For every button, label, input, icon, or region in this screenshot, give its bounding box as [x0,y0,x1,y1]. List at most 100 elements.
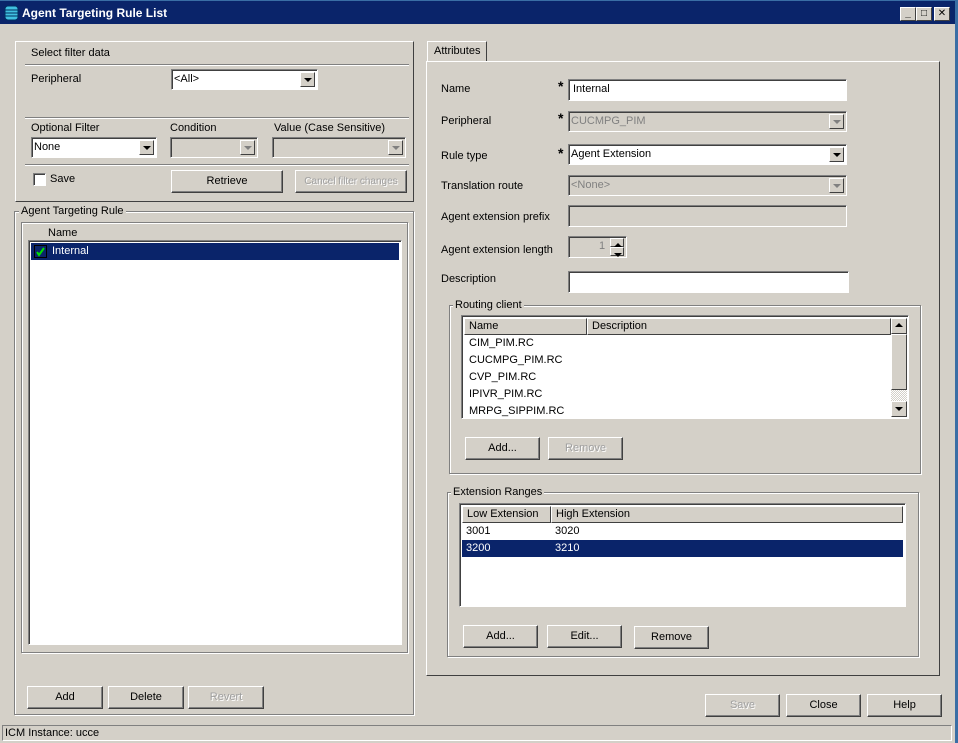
check-icon [34,245,47,258]
chevron-down-icon [829,178,844,193]
remove-extension-range-button[interactable]: Remove [634,626,709,649]
chevron-down-icon [240,140,255,155]
minimize-icon: _ [905,8,911,19]
stepper-down-icon [610,247,624,257]
peripheral-dropdown: CUCMPG_PIM [568,111,847,132]
ext-length-label: Agent extension length [441,244,553,256]
add-rule-button[interactable]: Add [27,686,103,709]
chevron-down-icon[interactable] [139,140,154,155]
save-button: Save [705,694,780,717]
status-bar: ICM Instance: ucce [2,725,952,741]
close-window-button[interactable]: ✕ [934,7,950,21]
translation-route-label: Translation route [441,180,524,192]
table-row[interactable]: CIM_PIM.RC [464,335,890,352]
translation-route-value: <None> [571,179,611,191]
remove-routing-client-button: Remove [548,437,623,460]
edit-extension-range-button[interactable]: Edit... [547,625,622,648]
rule-list-item[interactable]: Internal [31,243,399,260]
stepper-up-icon [610,238,624,247]
close-icon: ✕ [937,8,947,19]
value-dropdown [272,137,406,158]
window-title: Agent Targeting Rule List [22,6,168,20]
routing-client-table[interactable]: Name Description CIM_PIM.RC CUCMPG_PIM.R… [461,315,909,419]
condition-label: Condition [170,122,217,134]
optional-filter-value: None [34,141,61,153]
column-header-name[interactable]: Name [464,318,587,335]
close-button[interactable]: Close [786,694,861,717]
scroll-up-icon[interactable] [891,318,907,334]
status-text: ICM Instance: ucce [5,727,100,739]
cancel-filter-changes-button: Cancel filter changes [295,170,407,193]
save-filter-label: Save [50,173,76,185]
title-bar[interactable]: Agent Targeting Rule List _ □ ✕ [0,0,955,24]
rule-name: Internal [52,245,89,257]
chevron-down-icon [388,140,403,155]
main-window: Agent Targeting Rule List _ □ ✕ Select f… [0,0,958,743]
attributes-panel: Name * Internal Peripheral * CUCMPG_PIM … [426,61,940,676]
rule-type-label: Rule type [441,150,488,162]
ext-length-stepper: 1 [568,236,627,258]
help-button[interactable]: Help [867,694,942,717]
maximize-button[interactable]: □ [916,7,932,21]
column-header-low-extension[interactable]: Low Extension [462,506,551,523]
peripheral-filter-dropdown[interactable]: <All> [171,69,318,90]
filter-group-title: Select filter data [31,47,110,59]
table-row[interactable]: CUCMPG_PIM.RC [464,352,890,369]
required-mark: * [558,110,564,126]
tab-attributes[interactable]: Attributes [427,41,488,62]
table-row[interactable]: 3001 3020 [462,523,903,540]
rule-list-name-header: Name [48,227,78,239]
chevron-down-icon[interactable] [829,147,844,162]
table-row[interactable]: IPIVR_PIM.RC [464,386,890,403]
table-row[interactable]: CVP_PIM.RC [464,369,890,386]
app-icon [4,5,19,21]
routing-client-name: IPIVR_PIM.RC [469,388,543,400]
rule-type-value: Agent Extension [571,148,652,160]
routing-client-group: Routing client Name Description CIM_PIM.… [449,298,921,474]
required-mark: * [558,78,564,94]
routing-client-name: CVP_PIM.RC [469,371,537,383]
rule-type-dropdown[interactable]: Agent Extension [568,144,847,165]
routing-client-name: CUCMPG_PIM.RC [469,354,563,366]
add-extension-range-button[interactable]: Add... [463,625,538,648]
extension-ranges-table[interactable]: Low Extension High Extension 3001 3020 3… [459,503,906,607]
scroll-thumb[interactable] [891,334,907,390]
maximize-icon: □ [920,8,928,19]
rule-list[interactable]: Internal [28,240,402,645]
routing-client-title: Routing client [453,298,524,312]
add-routing-client-button[interactable]: Add... [465,437,540,460]
rule-group-title: Agent Targeting Rule [19,204,126,218]
peripheral-filter-label: Peripheral [31,73,82,85]
divider [25,117,409,119]
rule-list-frame: Name Internal [21,222,408,653]
translation-route-dropdown: <None> [568,175,847,196]
revert-button: Revert [188,686,264,709]
extension-ranges-group: Extension Ranges Low Extension High Exte… [447,485,919,657]
ext-length-value: 1 [599,240,606,252]
name-label: Name [441,83,471,95]
value-label: Value (Case Sensitive) [274,122,386,134]
optional-filter-dropdown[interactable]: None [31,137,157,158]
filter-panel: Select filter data Peripheral <All> Opti… [15,41,414,202]
column-header-description[interactable]: Description [587,318,891,335]
ext-prefix-input [568,205,847,227]
description-input[interactable] [568,271,849,293]
routing-client-name: MRPG_SIPPIM.RC [469,405,565,417]
column-header-high-extension[interactable]: High Extension [551,506,903,523]
chevron-down-icon [829,114,844,129]
delete-rule-button[interactable]: Delete [108,686,184,709]
vertical-scrollbar[interactable] [891,318,907,417]
save-filter-checkbox[interactable] [33,173,46,186]
divider [25,164,409,166]
minimize-button[interactable]: _ [900,7,916,21]
low-extension: 3001 [466,525,491,537]
scroll-down-icon[interactable] [891,401,907,417]
table-row[interactable]: 3200 3210 [462,540,903,557]
routing-client-name: CIM_PIM.RC [469,337,534,349]
optional-filter-label: Optional Filter [31,122,100,134]
name-input[interactable]: Internal [568,79,847,101]
retrieve-button[interactable]: Retrieve [171,170,283,193]
name-value: Internal [573,83,610,95]
table-row[interactable]: MRPG_SIPPIM.RC [464,403,890,418]
chevron-down-icon[interactable] [300,72,315,87]
